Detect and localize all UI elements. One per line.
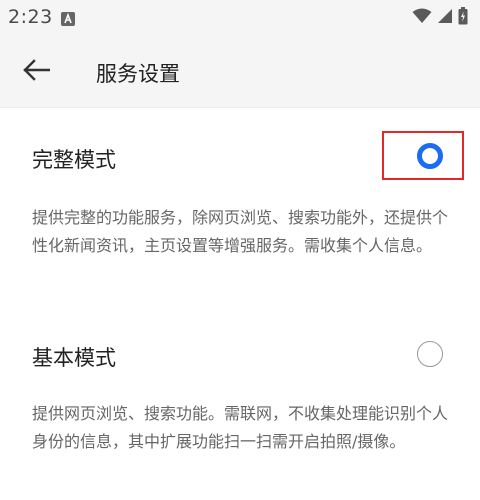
option-basic-mode[interactable]: 基本模式 [0,324,480,384]
status-bar: 2:23 [0,0,480,36]
status-time: 2:23 [8,6,53,28]
wifi-icon [412,8,432,28]
option-title: 完整模式 [32,148,116,172]
page-title: 服务设置 [96,62,180,86]
highlight-box [382,131,464,180]
status-icons [412,7,468,29]
signal-icon [437,8,453,28]
basic-mode-radio[interactable] [417,341,443,367]
back-button[interactable] [14,50,58,94]
battery-icon [458,7,468,29]
a-notification-icon [61,11,75,26]
option-description: 提供完整的功能服务，除网页浏览、搜索功能外，还提供个性化新闻资讯，主页设置等增强… [32,208,449,255]
option-title: 基本模式 [32,346,116,370]
option-description: 提供网页浏览、搜索功能。需联网，不收集处理能识别个人身份的信息，其中扩展功能扫一… [32,404,449,451]
app-bar: 服务设置 [0,36,480,108]
back-arrow-icon [22,59,51,85]
